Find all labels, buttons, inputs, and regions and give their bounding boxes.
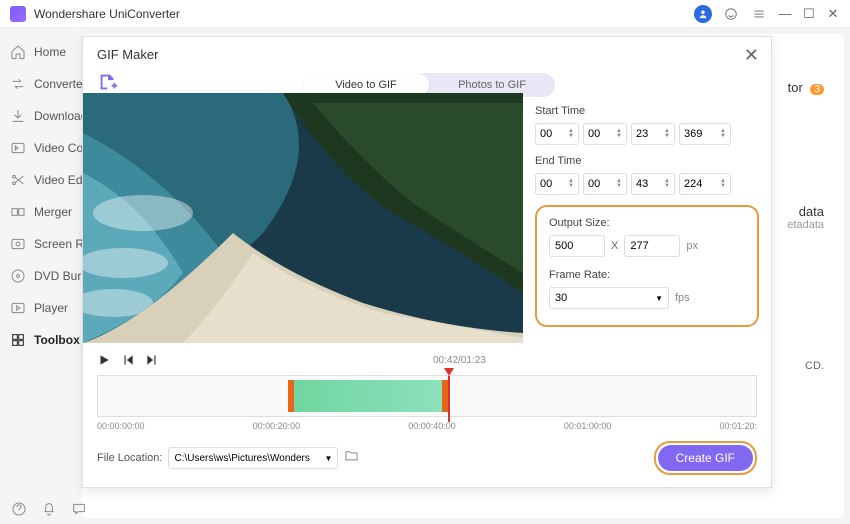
bottom-row: File Location: C:\Users\ws\Pictures\Wond… [97, 441, 757, 475]
video-preview[interactable] [83, 93, 523, 343]
file-location-label: File Location: [97, 452, 162, 464]
player-icon [10, 300, 26, 316]
start-sec-input[interactable]: 23▲▼ [631, 123, 675, 145]
bg-cd: CD. [805, 360, 824, 372]
nav-downloader[interactable]: Downloader [0, 100, 82, 132]
scissors-icon [10, 172, 26, 188]
compressor-icon [10, 140, 26, 156]
footer [10, 500, 88, 518]
create-gif-highlight: Create GIF [654, 441, 757, 475]
bg-data: dataetadata [787, 204, 824, 231]
nav-label: Downloader [34, 109, 82, 123]
output-options-box: Output Size: X px Frame Rate: 30▼ fps [535, 205, 759, 327]
bell-icon[interactable] [40, 500, 58, 518]
home-icon [10, 44, 26, 60]
modal-title: GIF Maker [97, 47, 158, 62]
x-separator: X [611, 240, 618, 252]
timeline[interactable] [97, 375, 757, 417]
open-folder-icon[interactable] [344, 448, 359, 468]
start-min-input[interactable]: 00▲▼ [583, 123, 627, 145]
feedback-icon[interactable] [70, 500, 88, 518]
nav-label: Video Compressor [34, 141, 82, 155]
app-title: Wondershare UniConverter [34, 7, 694, 21]
nav-label: Home [34, 45, 66, 59]
dvd-icon [10, 268, 26, 284]
nav-player[interactable]: Player [0, 292, 82, 324]
app-logo-icon [10, 6, 26, 22]
nav-label: Merger [34, 205, 72, 219]
nav-converter[interactable]: Converter [0, 68, 82, 100]
gif-maker-modal: GIF Maker ✕ Video to GIF Photos to GIF 0… [82, 36, 772, 488]
frame-rate-label: Frame Rate: [549, 269, 745, 281]
time-display: 00:42/01:23 [433, 355, 486, 366]
end-time-label: End Time [535, 155, 759, 167]
start-time-label: Start Time [535, 105, 759, 117]
nav-toolbox[interactable]: Toolbox [0, 324, 82, 356]
nav-label: DVD Burner [34, 269, 82, 283]
converter-icon [10, 76, 26, 92]
bg-text: tor 3 [788, 80, 824, 95]
frame-rate-select[interactable]: 30▼ [549, 287, 669, 309]
nav-home[interactable]: Home [0, 36, 82, 68]
nav-merger[interactable]: Merger [0, 196, 82, 228]
height-input[interactable] [624, 235, 680, 257]
create-gif-button[interactable]: Create GIF [658, 445, 753, 471]
nav-label: Screen Recorder [34, 237, 82, 251]
timeline-selection[interactable] [288, 380, 448, 412]
nav-recorder[interactable]: Screen Recorder [0, 228, 82, 260]
timeline-playhead[interactable] [444, 368, 454, 376]
end-ms-input[interactable]: 224▲▼ [679, 173, 731, 195]
nav-dvd[interactable]: DVD Burner [0, 260, 82, 292]
minimize-button[interactable]: — [778, 7, 792, 21]
start-hour-input[interactable]: 00▲▼ [535, 123, 579, 145]
titlebar: Wondershare UniConverter — ☐ ✕ [0, 0, 850, 28]
width-input[interactable] [549, 235, 605, 257]
maximize-button[interactable]: ☐ [802, 7, 816, 21]
size-unit: px [686, 240, 698, 252]
nav-editor[interactable]: Video Editor [0, 164, 82, 196]
close-icon[interactable]: ✕ [744, 45, 759, 66]
nav-label: Video Editor [34, 173, 82, 187]
end-min-input[interactable]: 00▲▼ [583, 173, 627, 195]
nav-label: Toolbox [34, 333, 80, 347]
sidebar: Home Converter Downloader Video Compress… [0, 28, 82, 524]
prev-frame-icon[interactable] [121, 353, 135, 372]
file-location-select[interactable]: C:\Users\ws\Pictures\Wonders▼ [168, 447, 338, 469]
close-button[interactable]: ✕ [826, 7, 840, 21]
menu-icon[interactable] [750, 5, 768, 23]
playback-controls [97, 353, 159, 372]
rate-unit: fps [675, 292, 690, 304]
nav-compressor[interactable]: Video Compressor [0, 132, 82, 164]
nav-label: Converter [34, 77, 82, 91]
download-icon [10, 108, 26, 124]
output-size-label: Output Size: [549, 217, 745, 229]
recorder-icon [10, 236, 26, 252]
start-ms-input[interactable]: 369▲▼ [679, 123, 731, 145]
next-frame-icon[interactable] [145, 353, 159, 372]
timeline-labels: 00:00:00:00 00:00:20:00 00:00:40:00 00:0… [97, 421, 757, 431]
nav-label: Player [34, 301, 68, 315]
badge: 3 [810, 84, 824, 95]
toolbox-icon [10, 332, 26, 348]
help-icon[interactable] [10, 500, 28, 518]
settings-panel: Start Time 00▲▼ 00▲▼ 23▲▼ 369▲▼ End Time… [535, 101, 759, 327]
user-avatar-icon[interactable] [694, 5, 712, 23]
play-icon[interactable] [97, 353, 111, 372]
support-icon[interactable] [722, 5, 740, 23]
end-sec-input[interactable]: 43▲▼ [631, 173, 675, 195]
end-hour-input[interactable]: 00▲▼ [535, 173, 579, 195]
merger-icon [10, 204, 26, 220]
